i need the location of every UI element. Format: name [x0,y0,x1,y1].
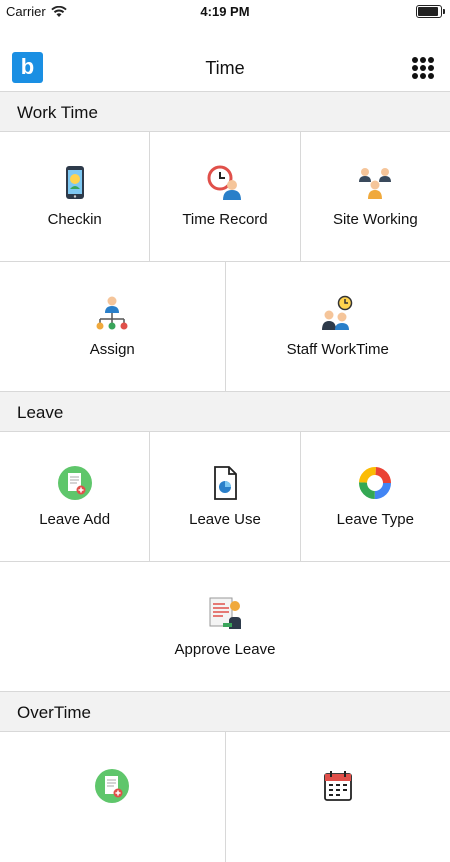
section-leave: Leave [0,392,450,432]
status-time: 4:19 PM [0,4,450,19]
assign-person-icon [94,295,130,331]
tile-label: Staff WorkTime [287,341,389,358]
section-title: OverTime [17,703,91,723]
section-work-time: Work Time [0,92,450,132]
battery-icon [416,5,442,18]
status-bar: Carrier 4:19 PM [0,0,450,22]
document-chart-icon [207,465,243,501]
tile-label: Time Record [182,211,267,228]
tile-label: Leave Add [39,511,110,528]
tile-leave-use[interactable]: Leave Use [150,432,300,561]
staff-clock-icon [320,295,356,331]
tile-label: Site Working [333,211,418,228]
tile-time-record[interactable]: Time Record [150,132,300,261]
tile-overtime-calendar[interactable] [226,732,450,862]
tile-leave-type[interactable]: Leave Type [301,432,450,561]
clock-person-icon [207,165,243,201]
tile-leave-add[interactable]: Leave Add [0,432,150,561]
leave-row-1: Leave Add Leave Use Leave Type [0,432,450,562]
page-title: Time [0,58,450,79]
leave-row-2: Approve Leave [0,562,450,692]
tile-staff-worktime[interactable]: Staff WorkTime [226,262,450,391]
tile-label: Leave Use [189,511,261,528]
approve-document-icon [207,595,243,631]
tile-assign[interactable]: Assign [0,262,226,391]
work-row-2: Assign Staff WorkTime [0,262,450,392]
tile-label: Assign [90,341,135,358]
tile-overtime-add[interactable] [0,732,226,862]
apps-grid-icon[interactable] [412,57,434,79]
phone-location-icon [57,165,93,201]
tile-approve-leave[interactable]: Approve Leave [0,562,450,691]
work-row-1: Checkin Time Record Site Working [0,132,450,262]
ring-chart-icon [357,465,393,501]
app-header: b Time [0,22,450,92]
tile-label: Leave Type [337,511,414,528]
section-overtime: OverTime [0,692,450,732]
overtime-row-1 [0,732,450,862]
tile-label: Approve Leave [175,641,276,658]
document-add-icon [94,768,130,804]
section-title: Leave [17,403,63,423]
group-icon [357,165,393,201]
tile-label: Checkin [48,211,102,228]
calendar-icon [320,768,356,804]
section-title: Work Time [17,103,98,123]
tile-site-working[interactable]: Site Working [301,132,450,261]
document-add-icon [57,465,93,501]
tile-checkin[interactable]: Checkin [0,132,150,261]
